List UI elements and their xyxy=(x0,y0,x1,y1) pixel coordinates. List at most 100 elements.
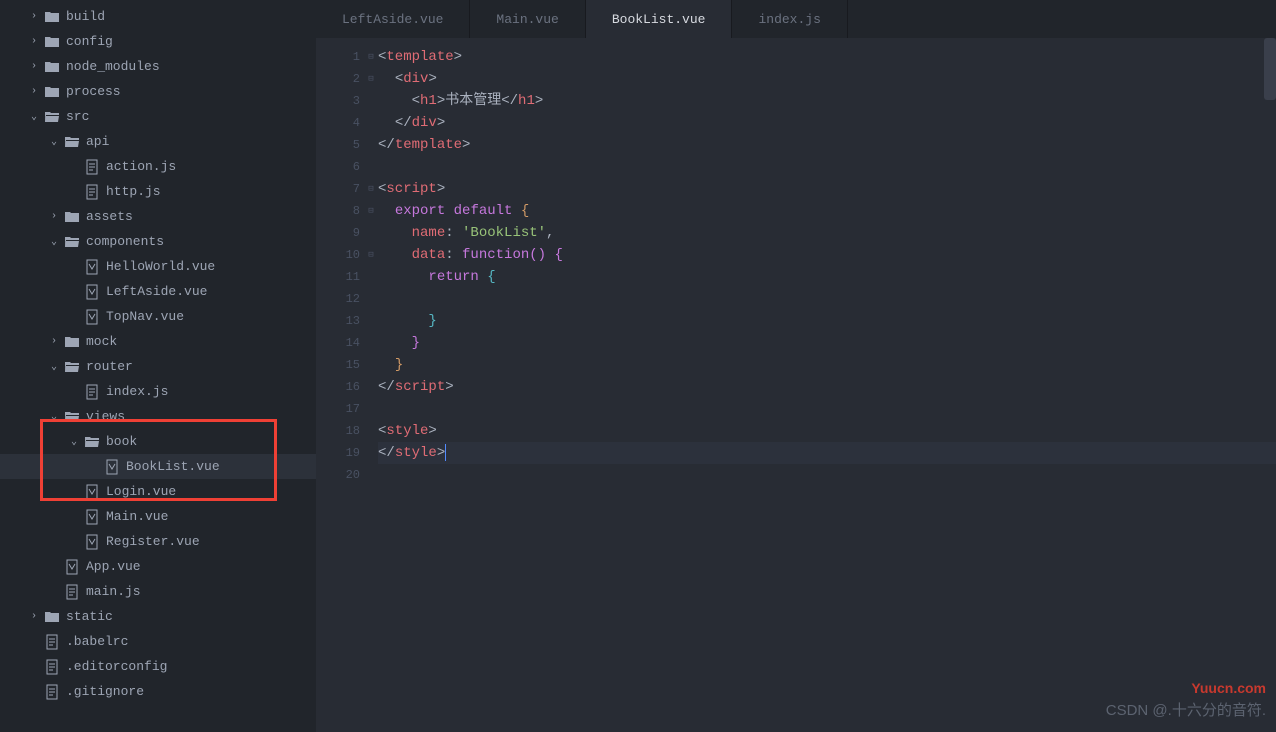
code-line[interactable] xyxy=(378,288,1276,310)
tree-item-label: http.js xyxy=(106,184,161,199)
fold-column[interactable]: ⊟⊟⊟⊟⊟ xyxy=(364,38,378,732)
code-line[interactable]: <style> xyxy=(378,420,1276,442)
chevron-icon[interactable]: › xyxy=(28,86,40,97)
tree-item-mock[interactable]: ›mock xyxy=(0,329,316,354)
tree-item-register-vue[interactable]: Register.vue xyxy=(0,529,316,554)
code-line[interactable]: return { xyxy=(378,266,1276,288)
folder-open-icon xyxy=(64,359,80,375)
tree-item-label: config xyxy=(66,34,113,49)
file-icon xyxy=(44,659,60,675)
code-line[interactable]: } xyxy=(378,310,1276,332)
editor-scrollbar[interactable] xyxy=(1264,38,1276,100)
code-line[interactable]: name: 'BookList', xyxy=(378,222,1276,244)
chevron-icon[interactable]: ⌄ xyxy=(68,436,80,448)
chevron-icon[interactable]: › xyxy=(28,11,40,22)
chevron-icon[interactable]: ⌄ xyxy=(48,236,60,248)
code-line[interactable]: <script> xyxy=(378,178,1276,200)
code-line[interactable]: <div> xyxy=(378,68,1276,90)
tree-item-topnav-vue[interactable]: TopNav.vue xyxy=(0,304,316,329)
chevron-icon[interactable]: ⌄ xyxy=(48,361,60,373)
tree-item-api[interactable]: ⌄api xyxy=(0,129,316,154)
file-icon xyxy=(44,684,60,700)
tree-item-label: TopNav.vue xyxy=(106,309,184,324)
tree-item-main-vue[interactable]: Main.vue xyxy=(0,504,316,529)
chevron-icon[interactable]: › xyxy=(28,61,40,72)
tree-item-build[interactable]: › build xyxy=(0,4,316,29)
code-line[interactable]: <h1>书本管理</h1> xyxy=(378,90,1276,112)
tree-item-label: build xyxy=(66,9,105,24)
tree-item--editorconfig[interactable]: .editorconfig xyxy=(0,654,316,679)
vue-icon xyxy=(84,284,100,300)
code-line[interactable] xyxy=(378,156,1276,178)
tree-item-app-vue[interactable]: App.vue xyxy=(0,554,316,579)
tree-item-login-vue[interactable]: Login.vue xyxy=(0,479,316,504)
tree-item-views[interactable]: ⌄ views xyxy=(0,404,316,429)
tab-leftaside-vue[interactable]: LeftAside.vue xyxy=(316,0,470,38)
code-line[interactable]: } xyxy=(378,332,1276,354)
tree-item-config[interactable]: › config xyxy=(0,29,316,54)
tree-item-main-js[interactable]: main.js xyxy=(0,579,316,604)
tab-main-vue[interactable]: Main.vue xyxy=(470,0,585,38)
tree-item--gitignore[interactable]: .gitignore xyxy=(0,679,316,704)
tree-item-assets[interactable]: › assets xyxy=(0,204,316,229)
folder-icon xyxy=(44,9,60,25)
code-line[interactable] xyxy=(378,464,1276,486)
code-line[interactable]: </template> xyxy=(378,134,1276,156)
tree-item-index-js[interactable]: index.js xyxy=(0,379,316,404)
tree-item-helloworld-vue[interactable]: HelloWorld.vue xyxy=(0,254,316,279)
tree-item-components[interactable]: ⌄ components xyxy=(0,229,316,254)
tree-item-booklist-vue[interactable]: BookList.vue xyxy=(0,454,316,479)
tree-item-label: views xyxy=(86,409,125,424)
tree-item-static[interactable]: ›static xyxy=(0,604,316,629)
chevron-icon[interactable]: ⌄ xyxy=(28,111,40,123)
chevron-icon[interactable]: › xyxy=(28,611,40,622)
tree-item-label: App.vue xyxy=(86,559,141,574)
tree-item--babelrc[interactable]: .babelrc xyxy=(0,629,316,654)
code-line[interactable]: </div> xyxy=(378,112,1276,134)
watermark-csdn: CSDN @.十六分的音符. xyxy=(1106,699,1266,720)
watermark-yuucn: Yuucn.com xyxy=(1191,680,1266,696)
folder-icon xyxy=(44,59,60,75)
tree-item-router[interactable]: ⌄router xyxy=(0,354,316,379)
tree-item-leftaside-vue[interactable]: LeftAside.vue xyxy=(0,279,316,304)
folder-open-icon xyxy=(64,409,80,425)
code-line[interactable] xyxy=(378,398,1276,420)
vue-icon xyxy=(104,459,120,475)
tree-item-process[interactable]: ›process xyxy=(0,79,316,104)
code-line[interactable]: data: function() { xyxy=(378,244,1276,266)
code-line[interactable]: } xyxy=(378,354,1276,376)
folder-icon xyxy=(44,84,60,100)
code-line[interactable]: </script> xyxy=(378,376,1276,398)
file-icon xyxy=(44,634,60,650)
chevron-icon[interactable]: ⌄ xyxy=(48,411,60,423)
tree-item-http-js[interactable]: http.js xyxy=(0,179,316,204)
chevron-icon[interactable]: ⌄ xyxy=(48,136,60,148)
tree-item-src[interactable]: ⌄src xyxy=(0,104,316,129)
tree-item-action-js[interactable]: action.js xyxy=(0,154,316,179)
file-icon xyxy=(64,584,80,600)
code-line[interactable]: </style> xyxy=(378,442,1276,464)
chevron-icon[interactable]: › xyxy=(48,336,60,347)
code-editor[interactable]: 1234567891011121314151617181920 ⊟⊟⊟⊟⊟ <t… xyxy=(316,38,1276,732)
tree-item-label: LeftAside.vue xyxy=(106,284,207,299)
code-line[interactable]: <template> xyxy=(378,46,1276,68)
chevron-icon[interactable]: › xyxy=(28,36,40,47)
folder-open-icon xyxy=(64,234,80,250)
vue-icon xyxy=(84,509,100,525)
code-content[interactable]: <template> <div> <h1>书本管理</h1> </div></t… xyxy=(378,38,1276,732)
tree-item-node_modules[interactable]: › node_modules xyxy=(0,54,316,79)
tree-item-label: .babelrc xyxy=(66,634,128,649)
code-line[interactable]: export default { xyxy=(378,200,1276,222)
tab-index-js[interactable]: index.js xyxy=(732,0,847,38)
tree-item-label: action.js xyxy=(106,159,176,174)
tree-item-label: Main.vue xyxy=(106,509,168,524)
tree-item-label: components xyxy=(86,234,164,249)
folder-open-icon xyxy=(84,434,100,450)
chevron-icon[interactable]: › xyxy=(48,211,60,222)
tree-item-label: node_modules xyxy=(66,59,160,74)
line-number-gutter: 1234567891011121314151617181920 xyxy=(316,38,364,732)
tab-booklist-vue[interactable]: BookList.vue xyxy=(586,0,733,38)
tree-item-label: assets xyxy=(86,209,133,224)
tree-item-book[interactable]: ⌄book xyxy=(0,429,316,454)
file-explorer-sidebar[interactable]: ›build›config›node_modules›process⌄src⌄a… xyxy=(0,0,316,732)
